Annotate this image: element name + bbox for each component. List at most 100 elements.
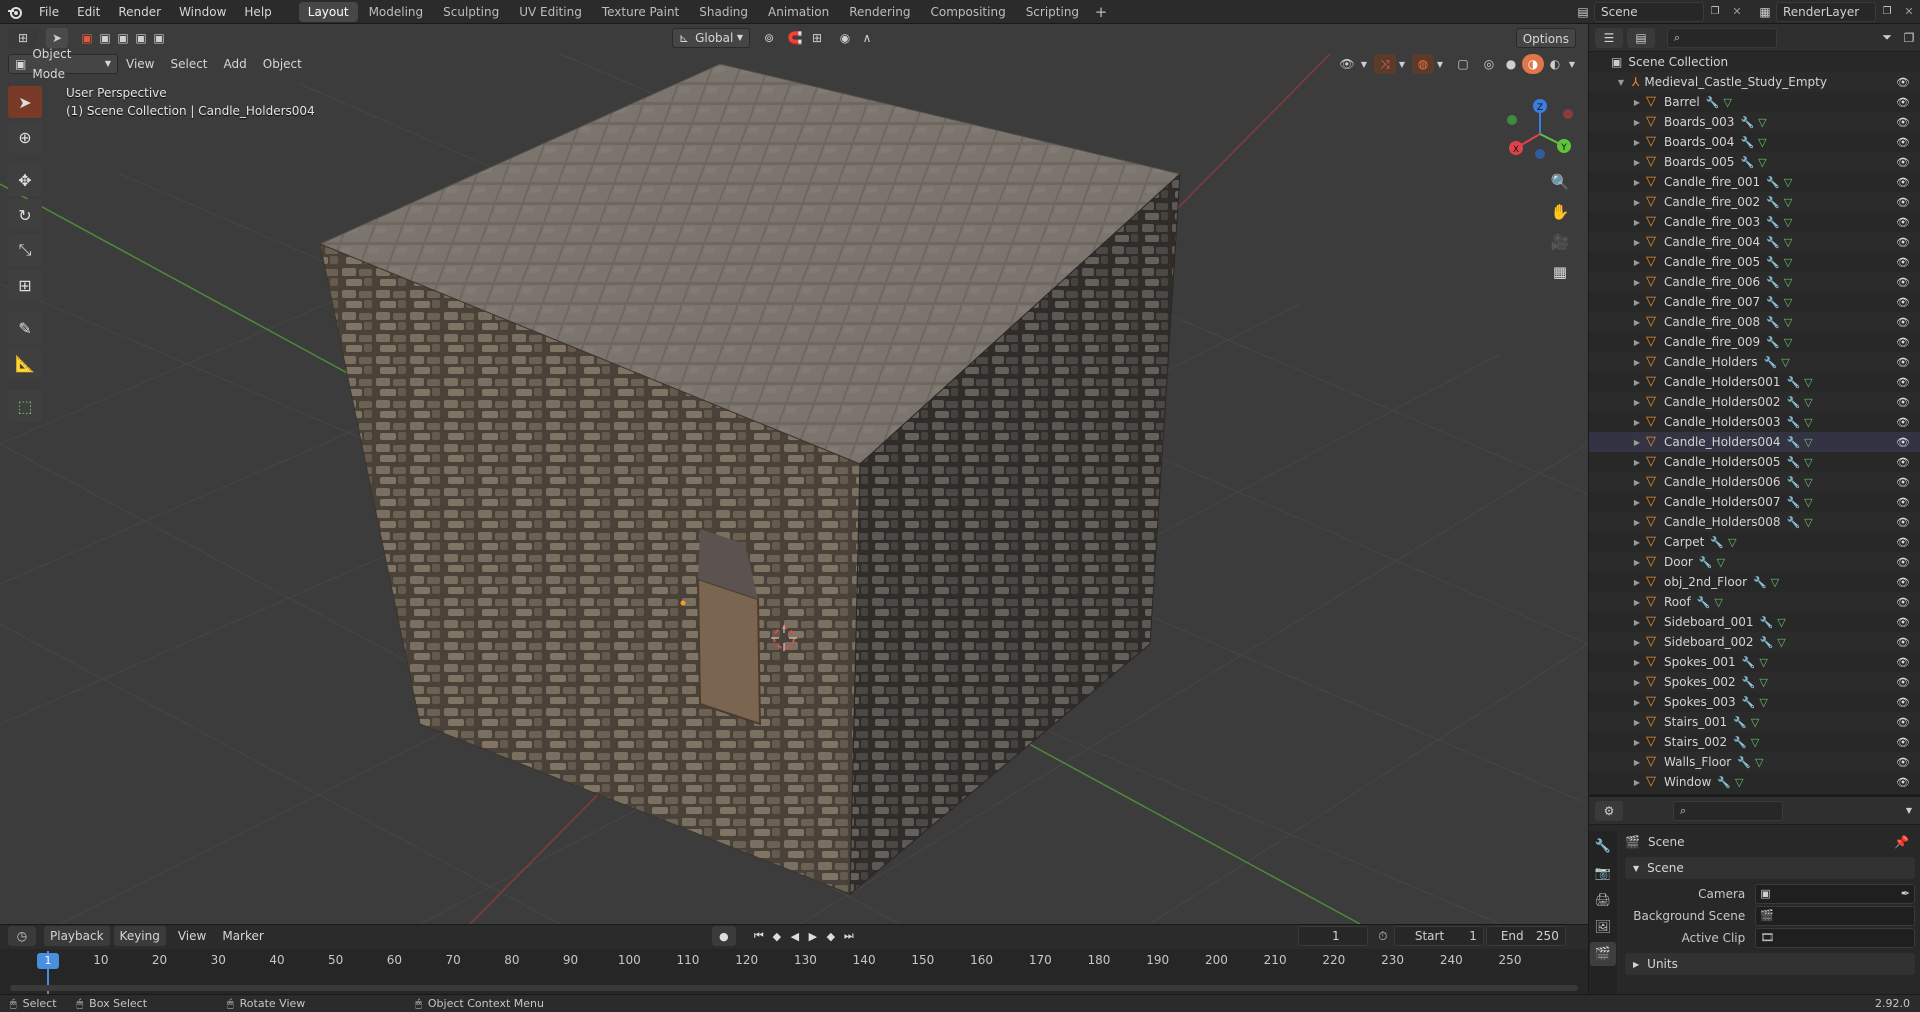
expand-triangle-icon[interactable]: ▶: [1631, 518, 1643, 527]
expand-triangle-icon[interactable]: ▶: [1631, 618, 1643, 627]
menu-edit[interactable]: Edit: [68, 5, 109, 19]
viewport-scene[interactable]: [0, 24, 1588, 924]
filter-icon[interactable]: ⏷: [1876, 28, 1898, 48]
render-layer-icon[interactable]: ▦: [1754, 2, 1776, 22]
mesh-data-icon[interactable]: ▽: [1759, 676, 1767, 689]
modifier-wrench-icon[interactable]: 🔧: [1786, 376, 1800, 389]
modifier-wrench-icon[interactable]: 🔧: [1717, 776, 1731, 789]
outliner-item[interactable]: ▶ ▽ Sideboard_001 🔧 ▽ 👁: [1589, 612, 1920, 632]
outliner-item[interactable]: ▶ ▽ Candle_Holders003 🔧 ▽ 👁: [1589, 412, 1920, 432]
mesh-data-icon[interactable]: ▽: [1758, 116, 1766, 129]
copy-layer-icon[interactable]: ❐: [1876, 2, 1898, 22]
expand-triangle-icon[interactable]: ▶: [1631, 478, 1643, 487]
visibility-icon[interactable]: 👁: [1336, 54, 1358, 74]
eye-icon[interactable]: 👁: [1896, 396, 1910, 409]
mesh-data-icon[interactable]: ▽: [1714, 596, 1722, 609]
eye-icon[interactable]: 👁: [1896, 296, 1910, 309]
expand-triangle-icon[interactable]: ▶: [1631, 678, 1643, 687]
eye-icon[interactable]: 👁: [1896, 276, 1910, 289]
annotate-tool-icon[interactable]: ✎: [8, 312, 42, 344]
outliner-item[interactable]: ▶ ▽ Candle_Holders002 🔧 ▽ 👁: [1589, 392, 1920, 412]
modifier-wrench-icon[interactable]: 🔧: [1766, 176, 1780, 189]
modifier-wrench-icon[interactable]: 🔧: [1710, 536, 1724, 549]
current-frame-field[interactable]: 1: [1297, 926, 1368, 946]
expand-triangle-icon[interactable]: ▶: [1631, 378, 1643, 387]
outliner-item[interactable]: ▶ ▽ obj_2nd_Floor 🔧 ▽ 👁: [1589, 572, 1920, 592]
menu-add[interactable]: Add: [216, 57, 255, 71]
mesh-data-icon[interactable]: ▽: [1804, 516, 1812, 529]
menu-render[interactable]: Render: [109, 5, 170, 19]
mesh-data-icon[interactable]: ▽: [1728, 536, 1736, 549]
modifier-wrench-icon[interactable]: 🔧: [1786, 516, 1800, 529]
cursor-tool-icon[interactable]: ⊕: [8, 121, 42, 153]
play-reverse-icon[interactable]: ◀: [786, 926, 804, 946]
options-dropdown[interactable]: Options: [1515, 28, 1576, 48]
eye-icon[interactable]: 👁: [1896, 696, 1910, 709]
mesh-data-icon[interactable]: ▽: [1784, 276, 1792, 289]
menu-help[interactable]: Help: [235, 5, 280, 19]
camera-view-icon[interactable]: 🎥: [1546, 228, 1574, 256]
eye-icon[interactable]: 👁: [1896, 576, 1910, 589]
scene-selector-icon[interactable]: ▤: [1572, 2, 1594, 22]
modifier-wrench-icon[interactable]: 🔧: [1733, 716, 1747, 729]
proportional-edit-icon[interactable]: ◉: [834, 28, 856, 48]
gizmo-toggle-icon[interactable]: ⤨: [1374, 54, 1396, 74]
mesh-data-icon[interactable]: ▽: [1781, 356, 1789, 369]
mesh-data-icon[interactable]: ▽: [1784, 256, 1792, 269]
eye-icon[interactable]: 👁: [1896, 96, 1910, 109]
outliner-item[interactable]: ▶ ▽ Boards_005 🔧 ▽ 👁: [1589, 152, 1920, 172]
timeline-ruler[interactable]: 10 20 30 40 50 60 70 80 90 100 110 120 130 140 150 160 1…: [0, 949, 1588, 995]
select-intersect-icon[interactable]: ▣: [150, 28, 168, 48]
marker-menu[interactable]: Marker: [214, 929, 271, 943]
tab-animation[interactable]: Animation: [759, 2, 838, 22]
modifier-wrench-icon[interactable]: 🔧: [1697, 596, 1711, 609]
outliner-item[interactable]: ▶ ▽ Stairs_001 🔧 ▽ 👁: [1589, 712, 1920, 732]
mesh-data-icon[interactable]: ▽: [1735, 776, 1743, 789]
expand-triangle-icon[interactable]: ▼: [1615, 78, 1627, 87]
transform-tool-icon[interactable]: ⊞: [8, 269, 42, 301]
mesh-data-icon[interactable]: ▽: [1784, 336, 1792, 349]
tab-compositing[interactable]: Compositing: [921, 2, 1014, 22]
select-box-tool-icon[interactable]: ➤: [8, 86, 42, 118]
modifier-wrench-icon[interactable]: 🔧: [1786, 416, 1800, 429]
play-icon[interactable]: ▶: [804, 926, 822, 946]
rotate-tool-icon[interactable]: ↻: [8, 199, 42, 231]
eye-icon[interactable]: 👁: [1896, 596, 1910, 609]
camera-field[interactable]: ▣ ✒: [1755, 884, 1915, 904]
mesh-data-icon[interactable]: ▽: [1717, 556, 1725, 569]
outliner-item[interactable]: ▶ ▽ Spokes_001 🔧 ▽ 👁: [1589, 652, 1920, 672]
tab-modeling[interactable]: Modeling: [360, 2, 433, 22]
eye-icon[interactable]: 👁: [1896, 416, 1910, 429]
mesh-data-icon[interactable]: ▽: [1804, 476, 1812, 489]
ortho-grid-icon[interactable]: ▦: [1546, 258, 1574, 286]
eye-icon[interactable]: 👁: [1896, 616, 1910, 629]
expand-triangle-icon[interactable]: ▶: [1631, 558, 1643, 567]
output-tab-icon[interactable]: 🖨: [1590, 888, 1616, 912]
mesh-data-icon[interactable]: ▽: [1751, 736, 1759, 749]
rendered-shading-icon[interactable]: ◐: [1544, 54, 1566, 74]
outliner-item[interactable]: ▶ ▽ Stairs_002 🔧 ▽ 👁: [1589, 732, 1920, 752]
eye-icon[interactable]: 👁: [1896, 116, 1910, 129]
tab-sculpting[interactable]: Sculpting: [434, 2, 508, 22]
xray-icon[interactable]: ▢: [1452, 54, 1474, 74]
expand-triangle-icon[interactable]: ▶: [1631, 218, 1643, 227]
select-subtract-icon[interactable]: ▣: [114, 28, 132, 48]
eye-icon[interactable]: 👁: [1896, 316, 1910, 329]
modifier-wrench-icon[interactable]: 🔧: [1766, 216, 1780, 229]
modifier-wrench-icon[interactable]: 🔧: [1766, 236, 1780, 249]
expand-triangle-icon[interactable]: ▶: [1631, 438, 1643, 447]
tab-scripting[interactable]: Scripting: [1017, 2, 1088, 22]
eye-icon[interactable]: 👁: [1896, 716, 1910, 729]
outliner-item[interactable]: ▶ ▽ Candle_fire_003 🔧 ▽ 👁: [1589, 212, 1920, 232]
view-menu[interactable]: View: [170, 929, 214, 943]
scene-panel-header[interactable]: ▼ Scene: [1625, 857, 1915, 879]
outliner-item[interactable]: ▶ ▽ Candle_Holders005 🔧 ▽ 👁: [1589, 452, 1920, 472]
outliner-item[interactable]: ▶ ▽ Candle_Holders001 🔧 ▽ 👁: [1589, 372, 1920, 392]
expand-triangle-icon[interactable]: ▶: [1631, 278, 1643, 287]
expand-triangle-icon[interactable]: ▶: [1631, 418, 1643, 427]
eye-icon[interactable]: 👁: [1896, 196, 1910, 209]
navigation-gizmo[interactable]: Z Y X: [1500, 94, 1580, 174]
expand-triangle-icon[interactable]: ▶: [1631, 658, 1643, 667]
mesh-data-icon[interactable]: ▽: [1804, 396, 1812, 409]
outliner-item[interactable]: ▶ ▽ Barrel 🔧 ▽ 👁: [1589, 92, 1920, 112]
